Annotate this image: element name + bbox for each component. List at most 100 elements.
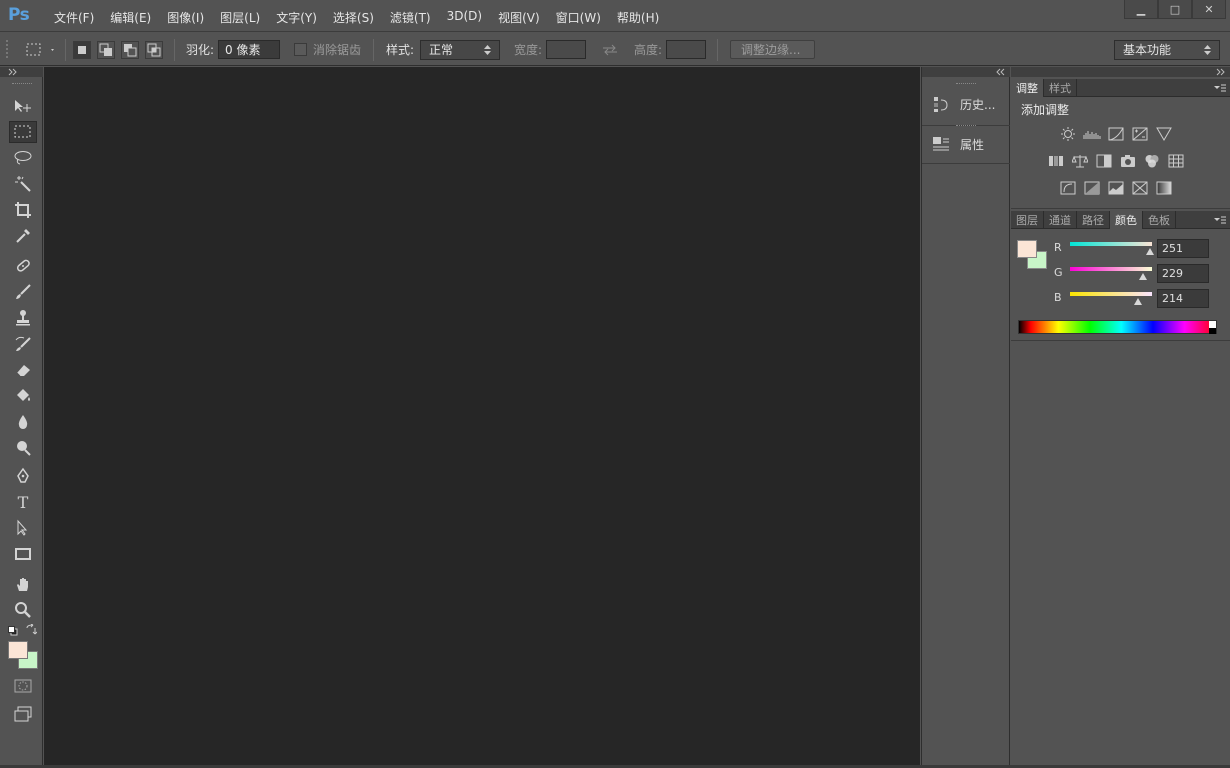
menu-3d[interactable]: 3D(D) [439,9,490,26]
document-canvas-area[interactable] [44,67,920,765]
screen-mode-button[interactable] [9,703,37,725]
color-panel-foreground-swatch[interactable] [1017,240,1037,258]
black-white-button[interactable] [1095,154,1113,168]
color-balance-button[interactable] [1071,154,1089,168]
healing-brush-tool[interactable] [9,255,37,277]
eyedropper-tool[interactable] [9,225,37,247]
rectangle-tool[interactable] [9,543,37,565]
ramp-white-swatch[interactable] [1209,321,1216,328]
menu-edit[interactable]: 编辑(E) [102,9,159,26]
history-brush-tool[interactable] [9,333,37,355]
workspace-select[interactable]: 基本功能 [1114,39,1220,60]
crop-tool[interactable] [9,199,37,221]
dodge-tool[interactable] [9,437,37,459]
b-value-input[interactable]: 214 [1157,289,1209,308]
quick-mask-button[interactable] [9,675,37,697]
g-slider-track[interactable] [1070,267,1152,271]
color-lookup-button[interactable] [1167,154,1185,168]
intersect-selection-button[interactable] [145,40,163,59]
hand-tool[interactable] [9,573,37,595]
magic-wand-tool[interactable] [9,173,37,195]
menu-select[interactable]: 选择(S) [325,9,382,26]
options-grip[interactable] [6,33,12,66]
channel-mixer-button[interactable] [1143,154,1161,168]
menu-filter[interactable]: 滤镜(T) [382,9,439,26]
height-input[interactable] [666,40,707,59]
blur-tool[interactable] [9,411,37,433]
brightness-contrast-button[interactable] [1059,127,1077,141]
new-selection-button[interactable] [73,40,91,59]
r-value-input[interactable]: 251 [1157,239,1209,258]
r-slider-track[interactable] [1070,242,1152,246]
path-selection-tool[interactable] [9,517,37,539]
menu-view[interactable]: 视图(V) [490,9,548,26]
ramp-black-swatch[interactable] [1209,328,1216,334]
toolbox-grip[interactable] [12,83,32,85]
default-colors-button[interactable] [8,625,18,636]
vibrance-button[interactable] [1155,127,1173,141]
refine-edge-button[interactable]: 调整边缘... [730,40,815,59]
swap-dimensions-button[interactable] [602,33,618,66]
posterize-button[interactable] [1083,181,1101,195]
subtract-selection-button[interactable] [121,40,139,59]
menu-type[interactable]: 文字(Y) [268,9,325,26]
width-input[interactable] [546,40,587,59]
lasso-tool[interactable] [9,147,37,169]
swap-colors-button[interactable] [25,623,38,636]
minimize-button[interactable]: ▁ [1124,0,1158,19]
menu-help[interactable]: 帮助(H) [609,9,667,26]
move-tool[interactable] [9,95,37,117]
b-slider-track[interactable] [1070,292,1152,296]
clone-stamp-tool[interactable] [9,307,37,329]
color-ramp-spectrum[interactable] [1018,320,1217,334]
style-select[interactable]: 正常 [420,39,501,60]
middock-grip[interactable] [956,83,976,84]
history-panel-button[interactable]: 历史... [922,85,1010,123]
double-chevron-icon [1216,68,1225,76]
properties-panel-button[interactable]: 属性 [922,125,1010,163]
middock-header[interactable] [922,67,1010,77]
feather-input[interactable]: 0 像素 [218,40,281,59]
pen-tool[interactable] [9,465,37,487]
menu-file[interactable]: 文件(F) [46,9,102,26]
threshold-button[interactable] [1107,181,1125,195]
add-selection-button[interactable] [97,40,115,59]
r-slider-thumb[interactable] [1146,248,1154,255]
g-slider-thumb[interactable] [1139,273,1147,280]
tab-paths[interactable]: 路径 [1077,211,1110,229]
selective-color-button[interactable] [1131,181,1149,195]
rect-marquee-tool[interactable] [9,121,37,143]
hue-saturation-button[interactable] [1047,154,1065,168]
restore-button[interactable]: □ [1158,0,1192,19]
levels-button[interactable] [1083,127,1101,141]
brush-tool[interactable] [9,281,37,303]
zoom-tool[interactable] [9,599,37,621]
toolbox-header[interactable] [0,67,43,77]
tab-color[interactable]: 颜色 [1110,211,1143,229]
tab-channels[interactable]: 通道 [1044,211,1077,229]
photo-filter-button[interactable] [1119,154,1137,168]
eraser-tool[interactable] [9,359,37,381]
type-tool[interactable]: T [9,491,37,513]
tool-preset-picker[interactable] [26,33,56,66]
adjustments-panel-menu[interactable] [1214,79,1230,96]
paint-bucket-tool[interactable] [9,385,37,407]
invert-button[interactable] [1059,181,1077,195]
menu-window[interactable]: 窗口(W) [548,9,609,26]
tab-layers[interactable]: 图层 [1011,211,1044,229]
tab-adjustments[interactable]: 调整 [1011,79,1044,97]
color-panel-menu[interactable] [1214,211,1230,228]
g-value-input[interactable]: 229 [1157,264,1209,283]
rightdock-header[interactable] [1011,67,1230,77]
close-button[interactable]: ✕ [1192,0,1226,19]
exposure-button[interactable] [1131,127,1149,141]
curves-button[interactable] [1107,127,1125,141]
tab-swatches[interactable]: 色板 [1143,211,1176,229]
antialias-checkbox[interactable] [294,43,307,56]
menu-layer[interactable]: 图层(L) [212,9,268,26]
foreground-color-swatch[interactable] [8,641,28,659]
menu-image[interactable]: 图像(I) [159,9,212,26]
b-slider-thumb[interactable] [1134,298,1142,305]
tab-styles[interactable]: 样式 [1044,79,1077,97]
gradient-map-button[interactable] [1155,181,1173,195]
